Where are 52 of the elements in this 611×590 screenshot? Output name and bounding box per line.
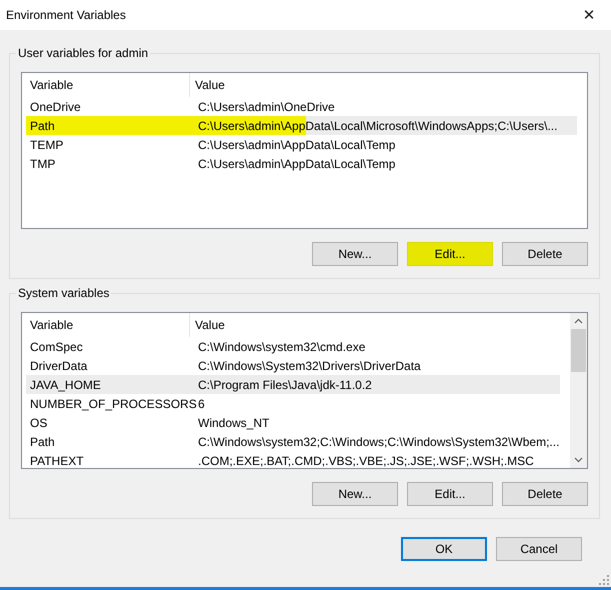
variable-value: 6 <box>197 396 206 410</box>
list-row[interactable]: DriverData C:\Windows\System32\Drivers\DriverData <box>26 356 560 375</box>
variable-name: DriverData <box>29 358 88 372</box>
variable-name: NUMBER_OF_PROCESSORS <box>29 396 194 410</box>
column-header[interactable]: Value <box>190 313 560 337</box>
dialog-button[interactable]: Cancel <box>496 537 582 561</box>
variable-value: .COM;.EXE;.BAT;.CMD;.VBS;.VBE;.JS;.JSE;.WSF;.WSH;.MSC <box>197 454 535 468</box>
variable-name: PATHEXT <box>29 454 85 468</box>
variable-value: C:\Users\admin\OneDrive <box>197 100 336 114</box>
variable-name: JAVA_HOME <box>29 378 102 392</box>
scroll-down-icon[interactable] <box>574 457 583 463</box>
action-button[interactable]: New... <box>312 482 398 506</box>
variable-name: OS <box>29 416 48 430</box>
group-title: System variables <box>16 286 112 300</box>
scrollbar[interactable] <box>570 313 587 468</box>
close-button[interactable]: ✕ <box>569 0 609 30</box>
list-row[interactable]: TEMP C:\Users\admin\AppData\Local\Temp <box>26 135 577 154</box>
action-button[interactable]: New... <box>312 242 398 266</box>
variable-value: Windows_NT <box>197 416 270 430</box>
variable-value: C:\Windows\system32\cmd.exe <box>197 340 366 354</box>
list-row[interactable]: Path C:\Windows\system32;C:\Windows;C:\Windows\System32\Wbem;... <box>26 432 560 451</box>
variable-name: OneDrive <box>29 100 82 114</box>
column-header[interactable]: Value <box>190 73 577 97</box>
list-row[interactable]: OS Windows_NT <box>26 413 560 432</box>
variable-name: ComSpec <box>29 340 84 354</box>
list-row[interactable]: TMP C:\Users\admin\AppData\Local\Temp <box>26 154 577 173</box>
variable-value: C:\Windows\System32\Drivers\DriverData <box>197 358 422 372</box>
action-button[interactable]: Edit... <box>407 242 493 266</box>
variable-name: TEMP <box>29 138 64 152</box>
column-header[interactable]: Variable <box>26 313 190 337</box>
column-header[interactable]: Variable <box>26 73 190 97</box>
list-row[interactable]: JAVA_HOME C:\Program Files\Java\jdk-11.0.2 <box>26 375 560 394</box>
list-row[interactable]: PATHEXT .COM;.EXE;.BAT;.CMD;.VBS;.VBE;.JS;.JSE;.WSF;.WSH;.MSC <box>26 451 560 470</box>
list-row[interactable]: ComSpec C:\Windows\system32\cmd.exe <box>26 337 560 356</box>
dialog-button[interactable]: OK <box>401 537 487 561</box>
list-row[interactable]: OneDrive C:\Users\admin\OneDrive <box>26 97 577 116</box>
action-button[interactable]: Edit... <box>407 482 493 506</box>
variable-value: C:\Windows\system32;C:\Windows;C:\Windows\System32\Wbem;... <box>197 434 560 448</box>
variable-value: C:\Users\admin\AppData\Local\Temp <box>197 156 396 170</box>
action-button[interactable]: Delete <box>502 482 588 506</box>
window-title: Environment Variables <box>6 8 126 22</box>
list-row[interactable]: NUMBER_OF_PROCESSORS6 <box>26 394 560 413</box>
variable-name: Path <box>29 118 56 132</box>
scroll-thumb[interactable] <box>571 329 586 372</box>
scroll-up-icon[interactable] <box>574 318 583 324</box>
resize-grip-icon[interactable] <box>599 575 609 585</box>
variable-name: TMP <box>29 156 56 170</box>
variable-value: C:\Program Files\Java\jdk-11.0.2 <box>197 378 373 392</box>
variable-name: Path <box>29 434 56 448</box>
group-title: User variables for admin <box>16 46 150 60</box>
variable-value: C:\Users\admin\AppData\Local\Temp <box>197 138 396 152</box>
action-button[interactable]: Delete <box>502 242 588 266</box>
